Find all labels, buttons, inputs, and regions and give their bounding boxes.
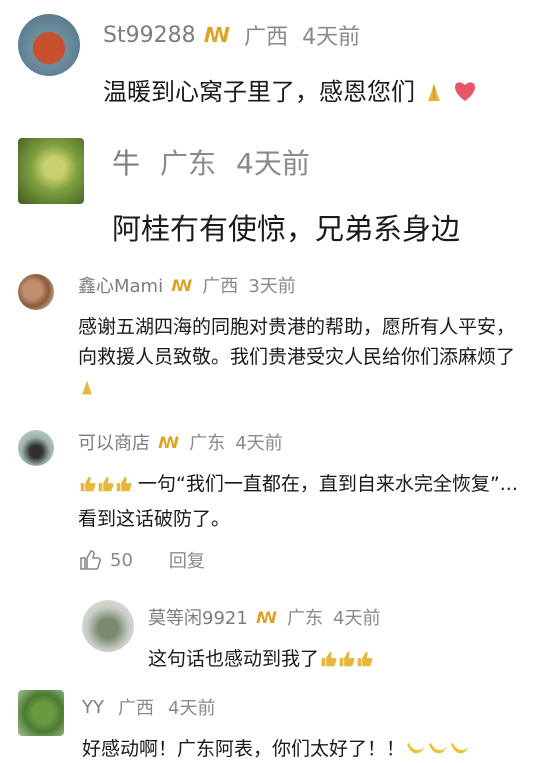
comment-location: 广西 [202,276,239,297]
comment-text: 一句“我们一直都在，直到自来水完全恢复”...看到这话破防了。 [78,471,518,530]
comment-item: 可以商店 ꟿ 广东 4天前 一句“我们一直都在，直到自来水完全恢复”...看到这… [0,418,550,588]
comment-author[interactable]: YY [82,697,104,718]
comment-text: 这句话也感动到我了 [148,644,373,673]
comment-author[interactable]: 牛 [112,142,140,182]
comment-location: 广西 [118,698,154,719]
comment-text: 感谢五湖四海的同胞对贵港的帮助，愿所有人平安，向救援人员致敬。我们贵港受灾人民给… [78,312,528,405]
comment-location: 广东 [287,608,324,629]
thumbs-up-emoji [78,471,96,503]
comment-item: YY 广西 4天前 好感动啊！广东阿表，你们太好了！！ [0,684,550,763]
comment-text: 阿桂冇有使惊，兄弟系身边 [112,212,461,246]
thumbs-up-emoji [319,650,337,673]
thumbs-up-emoji [337,650,355,673]
comment-time: 4天前 [302,25,361,50]
thumbs-up-emoji [96,471,114,503]
banana-emoji [449,740,471,763]
comment-time: 4天前 [333,608,381,629]
banana-emoji [405,740,427,763]
comment-meta: 鑫心Mami ꟿ 广西 3天前 [78,272,296,298]
comment-meta: 可以商店 ꟿ 广东 4天前 [78,429,283,455]
vip-badge-icon: ꟿ [255,607,278,627]
avatar[interactable] [18,430,54,466]
avatar[interactable] [18,14,80,76]
comment-location: 广东 [160,147,217,180]
avatar[interactable] [82,600,134,652]
comment-meta: 牛 广东 4天前 [112,144,310,180]
heart-emoji [452,79,478,109]
vip-badge-icon: ꟿ [158,432,180,452]
comment-author[interactable]: 莫等闲9921 [148,604,248,630]
reply-button[interactable]: 回复 [169,547,205,573]
comment-time: 4天前 [168,698,216,719]
comment-author[interactable]: St99288 [103,23,196,48]
comment-item: St99288 ꟿ 广西 4天前 温暖到心窝子里了，感恩您们 [0,0,550,120]
reply-item: 莫等闲9921 ꟿ 广东 4天前 这句话也感动到我了 [0,592,550,684]
comment-meta: 莫等闲9921 ꟿ 广东 4天前 [148,604,380,630]
comment-location: 广西 [244,25,289,50]
vip-badge-icon: ꟿ [203,23,231,47]
comment-actions: 50 回复 [78,546,205,574]
avatar[interactable] [18,138,84,204]
comment-time: 4天前 [236,147,310,180]
pray-hands-emoji [78,375,96,405]
comment-time: 4天前 [235,433,283,454]
comment-time: 3天前 [248,276,296,297]
like-count: 50 [110,549,133,571]
comment-location: 广东 [189,433,226,454]
comment-author[interactable]: 可以商店 [78,429,150,455]
thumbs-up-emoji [355,650,373,673]
banana-emoji [427,740,449,763]
thumbs-up-emoji [114,471,132,503]
vip-badge-icon: ꟿ [171,275,193,295]
comment-meta: YY 广西 4天前 [82,694,215,720]
comment-text: 好感动啊！广东阿表，你们太好了！！ [82,734,471,763]
comment-meta: St99288 ꟿ 广西 4天前 [103,20,361,51]
avatar[interactable] [18,274,54,310]
comment-item: 鑫心Mami ꟿ 广西 3天前 感谢五湖四海的同胞对贵港的帮助，愿所有人平安，向… [0,260,550,415]
comment-author[interactable]: 鑫心Mami [78,272,163,298]
avatar[interactable] [18,690,64,736]
like-icon[interactable] [78,548,102,572]
pray-hands-emoji [423,81,445,109]
comment-item: 牛 广东 4天前 阿桂冇有使惊，兄弟系身边 [0,120,550,255]
comment-text: 温暖到心窝子里了，感恩您们 [103,72,478,109]
